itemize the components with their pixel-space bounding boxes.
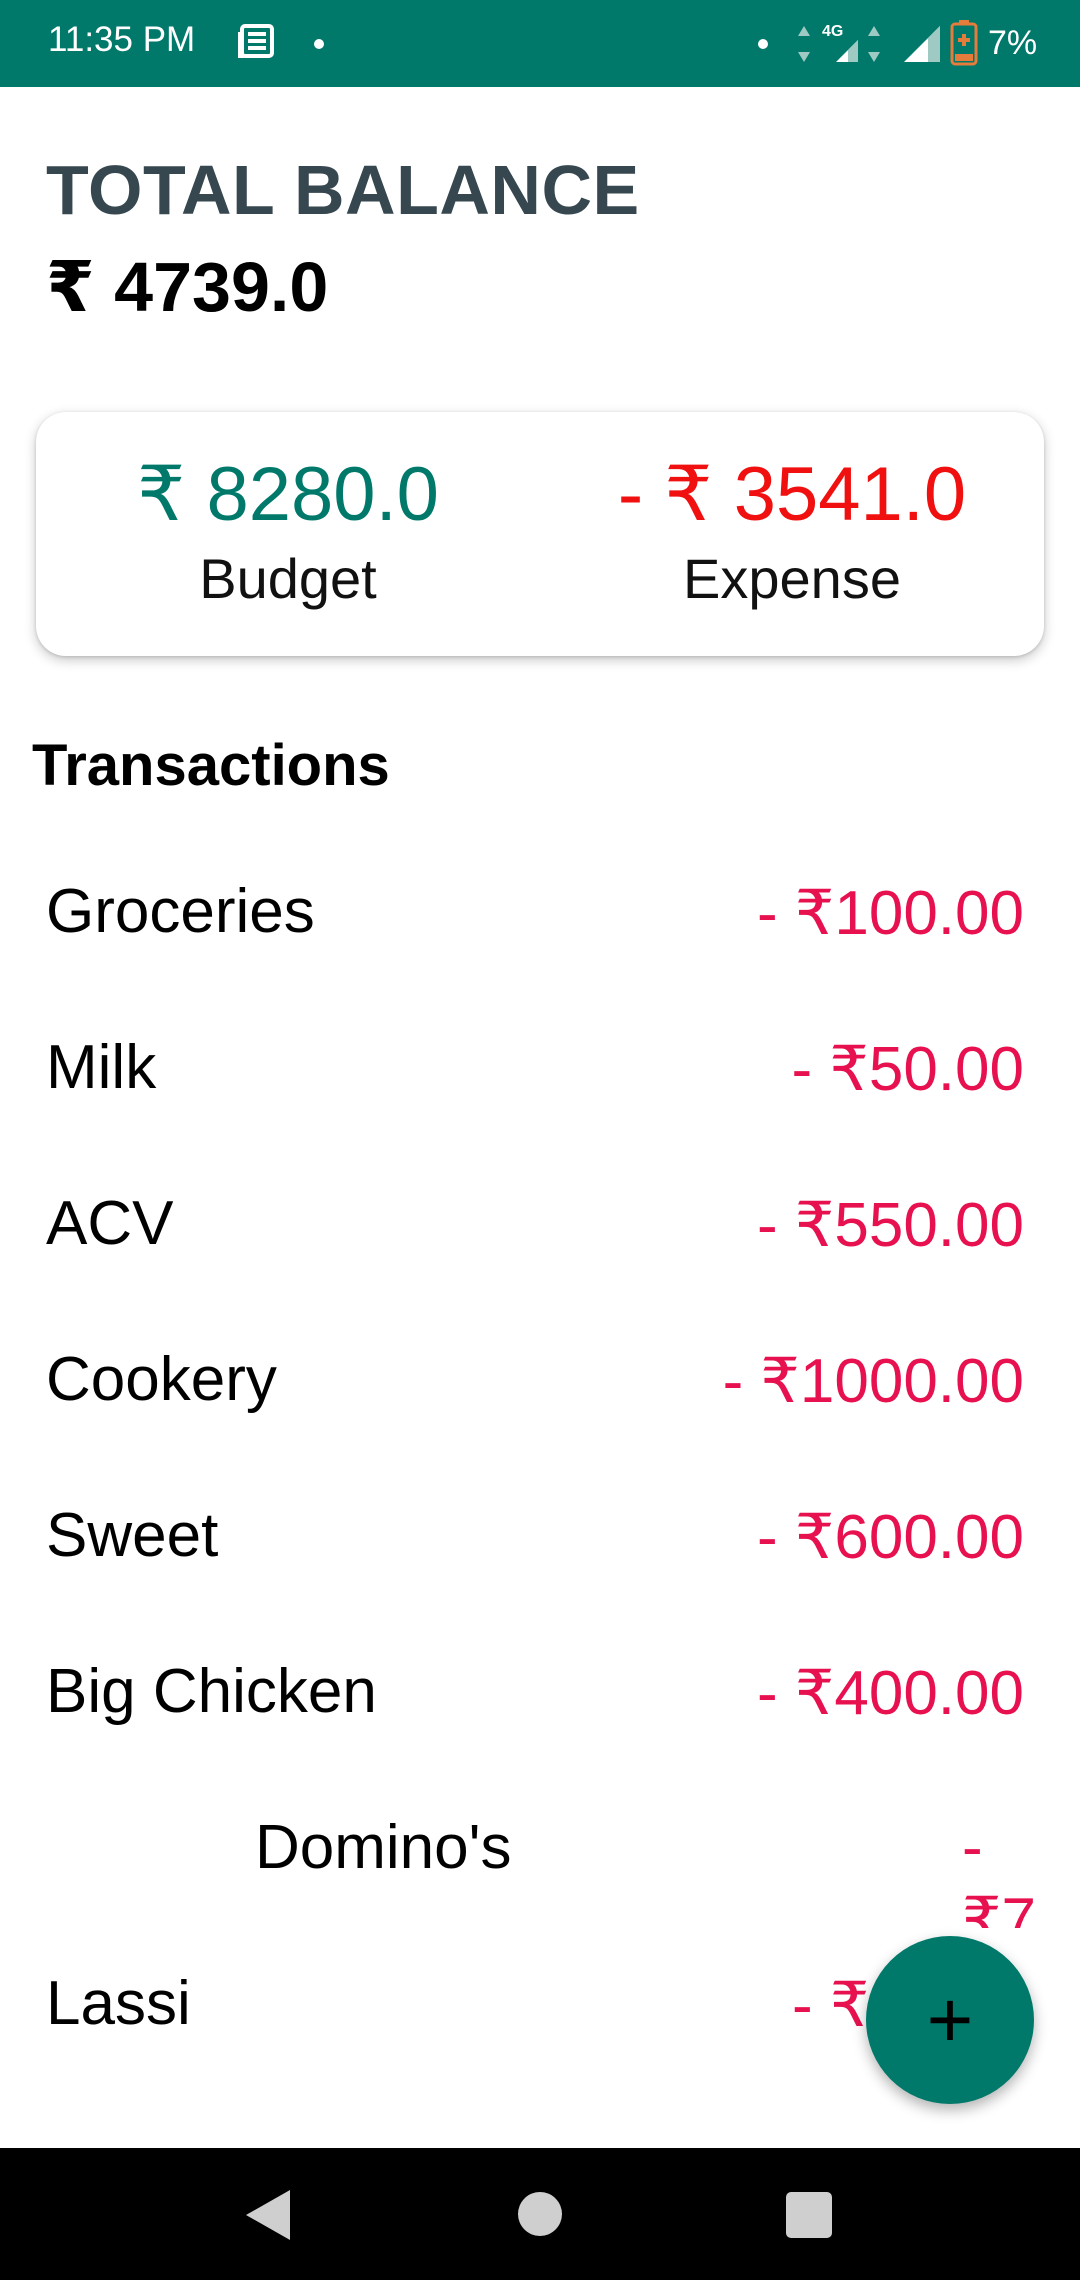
notification-dot-icon bbox=[758, 39, 768, 49]
transaction-name: Sweet bbox=[46, 1501, 219, 1570]
transaction-row[interactable]: Groceries - ₹100.00 bbox=[0, 836, 1080, 992]
transaction-name: ACV bbox=[46, 1189, 174, 1258]
total-balance-label: TOTAL BALANCE bbox=[46, 151, 640, 229]
battery-percent: 7% bbox=[988, 24, 1038, 62]
budget-section: ₹ 8280.0 Budget bbox=[36, 452, 540, 611]
transaction-row[interactable]: Big Chicken - ₹400.00 bbox=[0, 1616, 1080, 1772]
plus-icon: + bbox=[926, 1975, 974, 2064]
budget-amount: ₹ 8280.0 bbox=[137, 452, 439, 537]
transaction-name: Cookery bbox=[46, 1345, 277, 1414]
transaction-amount: - ₹400.00 bbox=[757, 1659, 1024, 1728]
signal-4g-icon: 4G bbox=[798, 23, 880, 62]
transaction-row[interactable]: Domino's - ₹7 bbox=[0, 1772, 1080, 1928]
home-icon[interactable] bbox=[518, 2192, 562, 2236]
expense-label: Expense bbox=[683, 547, 901, 610]
signal-icon bbox=[904, 26, 940, 62]
summary-card: ₹ 8280.0 Budget - ₹ 3541.0 Expense bbox=[36, 412, 1044, 656]
transactions-heading: Transactions bbox=[32, 733, 390, 798]
battery-low-icon bbox=[950, 20, 978, 66]
transaction-row-swipe-area: Domino's - ₹7 bbox=[0, 1772, 1052, 1928]
transaction-name: Groceries bbox=[46, 877, 315, 946]
recent-apps-icon[interactable] bbox=[786, 2192, 832, 2238]
notification-dot-icon bbox=[314, 39, 324, 49]
transaction-name: Big Chicken bbox=[46, 1657, 377, 1726]
status-time: 11:35 PM bbox=[48, 20, 196, 59]
transaction-name: Domino's bbox=[255, 1813, 512, 1882]
back-icon[interactable] bbox=[244, 2188, 294, 2242]
transaction-amount: - ₹50.00 bbox=[791, 1035, 1024, 1104]
navigation-bar bbox=[0, 2148, 1080, 2280]
news-icon bbox=[238, 24, 274, 58]
transaction-amount: - ₹7 bbox=[962, 1813, 1036, 1928]
expense-section: - ₹ 3541.0 Expense bbox=[540, 452, 1044, 611]
transaction-row[interactable]: Cookery - ₹1000.00 bbox=[0, 1304, 1080, 1460]
expense-amount: - ₹ 3541.0 bbox=[617, 452, 967, 537]
add-transaction-button[interactable]: + bbox=[866, 1936, 1034, 2104]
transaction-row[interactable]: ACV - ₹550.00 bbox=[0, 1148, 1080, 1304]
transaction-amount: - ₹600.00 bbox=[757, 1503, 1024, 1572]
svg-text:4G: 4G bbox=[822, 23, 843, 40]
transaction-amount: - ₹550.00 bbox=[757, 1191, 1024, 1260]
transaction-name: Lassi bbox=[46, 1969, 191, 2038]
transaction-row[interactable]: Milk - ₹50.00 bbox=[0, 992, 1080, 1148]
transaction-amount: - ₹100.00 bbox=[757, 879, 1024, 948]
transaction-amount: - ₹1000.00 bbox=[722, 1347, 1024, 1416]
transaction-row[interactable]: Sweet - ₹600.00 bbox=[0, 1460, 1080, 1616]
budget-label: Budget bbox=[199, 547, 377, 610]
status-bar: 11:35 PM 4G 7% bbox=[0, 0, 1080, 87]
transaction-name: Milk bbox=[46, 1033, 157, 1102]
total-balance-value: ₹ 4739.0 bbox=[46, 248, 329, 326]
